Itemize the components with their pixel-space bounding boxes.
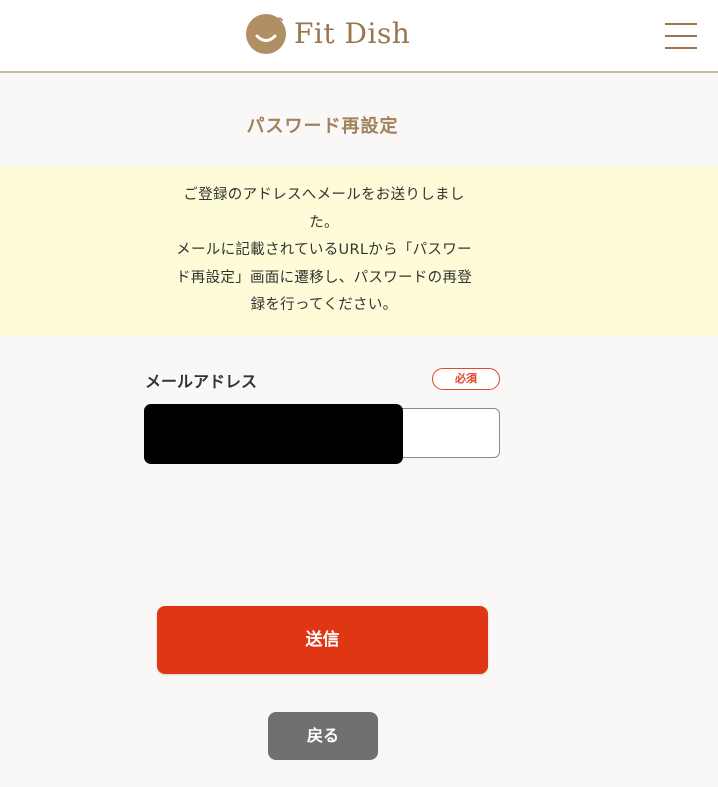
page-title: パスワード再設定	[246, 116, 399, 137]
site-header: Fit Dish	[0, 0, 718, 73]
back-button[interactable]: 戻る	[268, 712, 378, 760]
smiling-dish-logo-icon	[246, 14, 286, 54]
notice-line: た。	[309, 214, 339, 231]
hamburger-menu-icon[interactable]	[665, 23, 697, 49]
required-badge: 必須	[432, 368, 500, 390]
redacted-email-value	[144, 404, 403, 464]
logo-text: Fit Dish	[294, 17, 411, 50]
notice-line: ド再設定」画面に遷移し、パスワードの再登	[176, 269, 472, 286]
submit-button[interactable]: 送信	[157, 606, 488, 674]
notice-banner: ご登録のアドレスへメールをお送りしまし た。 メールに記載されているURLから「…	[0, 166, 718, 336]
notice-line: メールに記載されているURLから「パスワー	[176, 242, 472, 258]
site-logo[interactable]: Fit Dish	[246, 14, 410, 54]
notice-line: ご登録のアドレスへメールをお送りしまし	[183, 187, 465, 203]
notice-line: 録を行ってください。	[250, 297, 398, 313]
notice-message: ご登録のアドレスへメールをお送りしまし た。 メールに記載されているURLから「…	[144, 182, 504, 320]
email-label: メールアドレス	[145, 372, 258, 391]
